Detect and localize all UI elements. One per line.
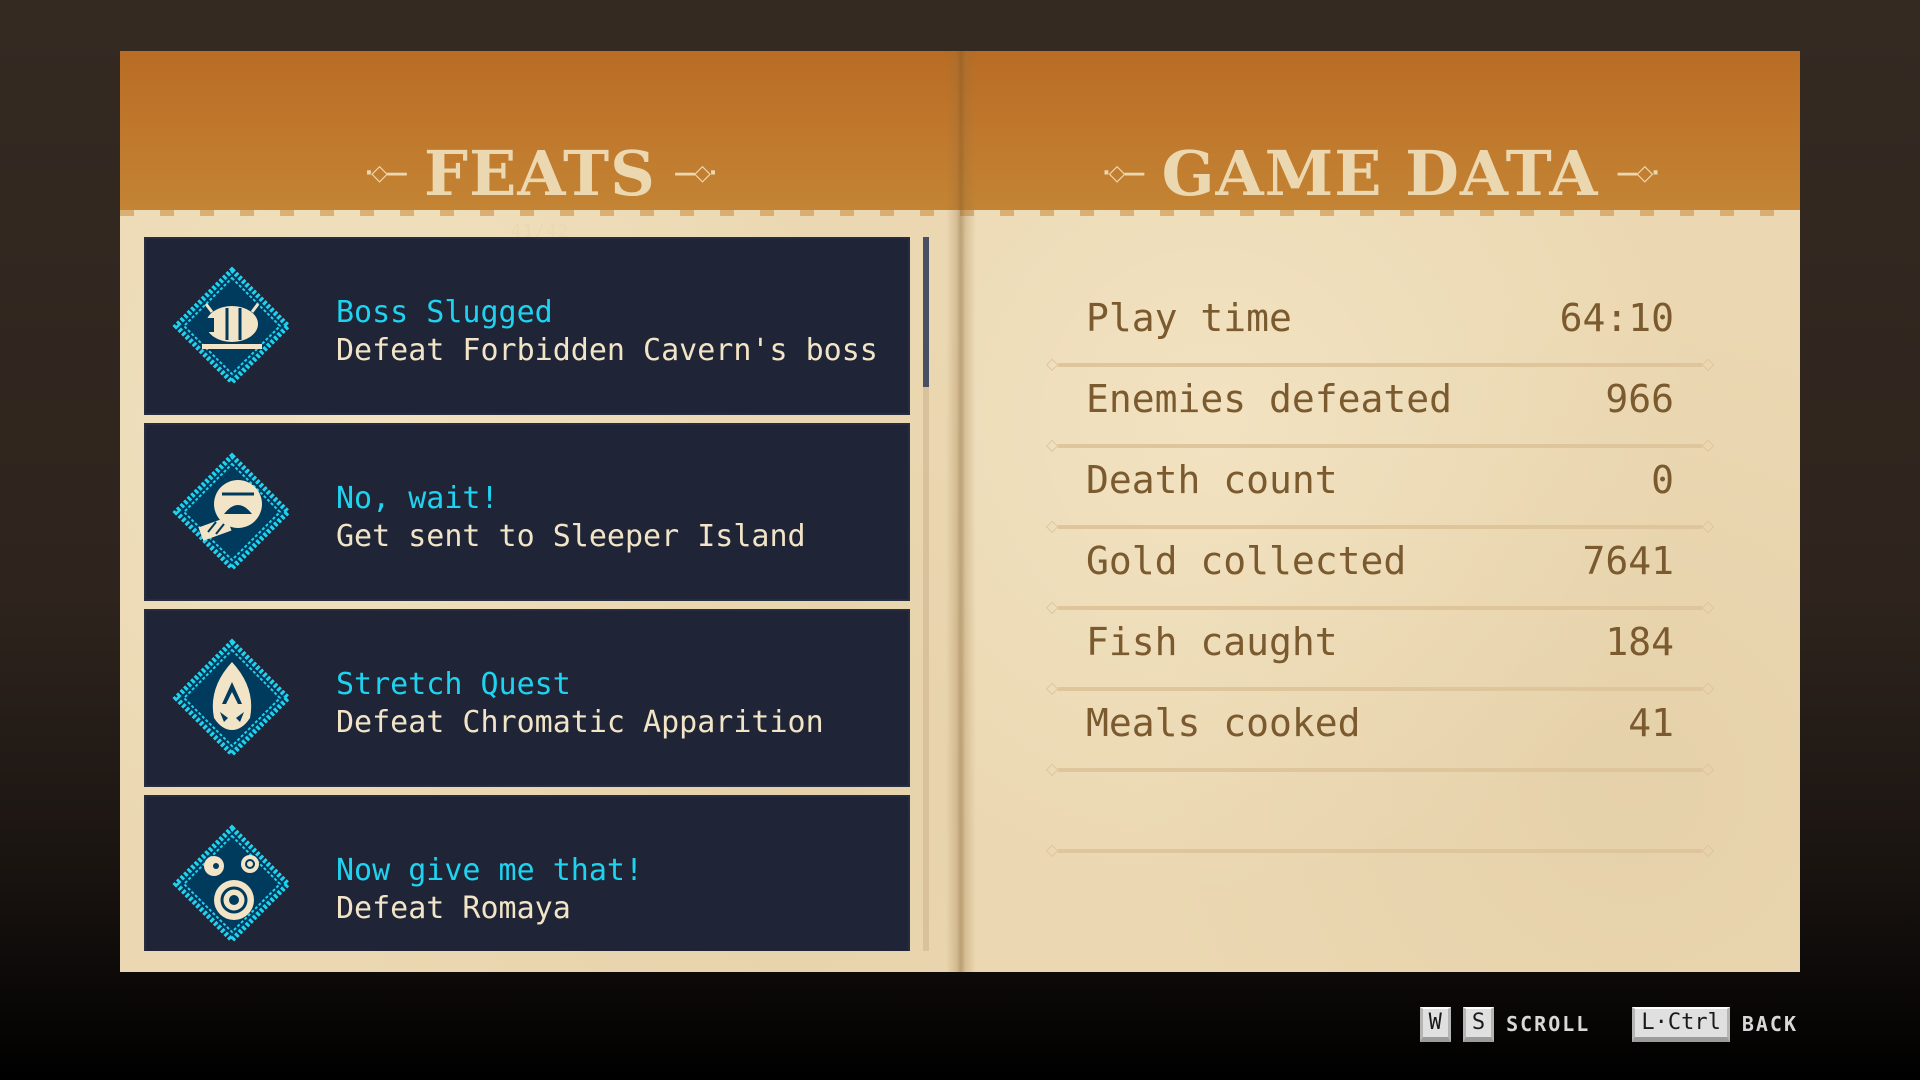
stat-row-enemies-defeated: Enemies defeated 966 <box>1046 367 1714 454</box>
feat-card[interactable]: Stretch Quest Defeat Chromatic Apparitio… <box>144 609 910 787</box>
stat-value: 64:10 <box>1559 296 1674 340</box>
romaya-orbs-icon <box>172 824 292 944</box>
stat-label: Meals cooked <box>1086 701 1361 745</box>
game-stats-list: Play time 64:10 Enemies defeated 966 Dea… <box>1046 286 1714 859</box>
back-hint-label: BACK <box>1741 1012 1798 1036</box>
feats-scroll-thumb[interactable] <box>923 237 929 387</box>
feats-page: ·◇— FEATS —◇· 41/42 Boss Slugged Defeat … <box>120 51 960 972</box>
stat-value: 7641 <box>1582 539 1674 583</box>
stat-label: Gold collected <box>1086 539 1407 583</box>
stat-row-meals-cooked: Meals cooked 41 <box>1046 691 1714 778</box>
key-w-button[interactable]: W <box>1419 1006 1451 1042</box>
stat-value: 41 <box>1628 701 1674 745</box>
feat-card[interactable]: Boss Slugged Defeat Forbidden Cavern's b… <box>144 237 910 415</box>
feats-title: ·◇— FEATS —◇· <box>120 143 960 205</box>
book-spine <box>946 51 976 972</box>
feat-name: Now give me that! <box>336 853 644 888</box>
feat-description: Defeat Romaya <box>336 891 571 926</box>
stat-label: Death count <box>1086 458 1338 502</box>
control-hints: W S SCROLL L·Ctrl BACK <box>1419 1004 1798 1044</box>
stat-divider <box>1046 840 1714 859</box>
feats-title-text: FEATS <box>424 137 656 210</box>
stat-row-fish-caught: Fish caught 184 <box>1046 610 1714 697</box>
stat-label: Enemies defeated <box>1086 377 1453 421</box>
feats-list[interactable]: Boss Slugged Defeat Forbidden Cavern's b… <box>144 237 910 951</box>
feats-scrollbar[interactable] <box>923 237 929 951</box>
stat-value: 966 <box>1605 377 1674 421</box>
flourish-left-icon: ·◇— <box>1102 161 1145 186</box>
stat-value: 0 <box>1651 458 1674 502</box>
stat-row-empty <box>1046 772 1714 859</box>
feat-description: Defeat Forbidden Cavern's boss <box>336 333 878 368</box>
flourish-right-icon: —◇· <box>1616 161 1659 186</box>
feat-description: Defeat Chromatic Apparition <box>336 705 824 740</box>
key-s-button[interactable]: S <box>1462 1006 1495 1042</box>
slug-boss-icon <box>172 266 292 386</box>
game-data-title: ·◇— GAME DATA —◇· <box>960 143 1800 205</box>
feat-card[interactable]: No, wait! Get sent to Sleeper Island <box>144 423 910 601</box>
stat-label: Fish caught <box>1086 620 1338 664</box>
game-data-title-text: GAME DATA <box>1161 137 1599 210</box>
feat-description: Get sent to Sleeper Island <box>336 519 806 554</box>
feat-name: Stretch Quest <box>336 667 571 702</box>
apparition-icon <box>172 638 292 758</box>
stat-value: 184 <box>1605 620 1674 664</box>
feat-card[interactable]: Now give me that! Defeat Romaya <box>144 795 910 951</box>
diving-helmet-icon <box>172 452 292 572</box>
stat-row-death-count: Death count 0 <box>1046 448 1714 535</box>
flourish-right-icon: —◇· <box>673 161 717 186</box>
stat-label: Play time <box>1086 296 1292 340</box>
feat-name: Boss Slugged <box>336 295 553 330</box>
scroll-hint-label: SCROLL <box>1506 1012 1591 1036</box>
feat-name: No, wait! <box>336 481 499 516</box>
flourish-left-icon: ·◇— <box>364 161 408 186</box>
stat-row-gold-collected: Gold collected 7641 <box>1046 529 1714 616</box>
stat-row-play-time: Play time 64:10 <box>1046 286 1714 373</box>
key-lctrl-button[interactable]: L·Ctrl <box>1632 1006 1730 1042</box>
